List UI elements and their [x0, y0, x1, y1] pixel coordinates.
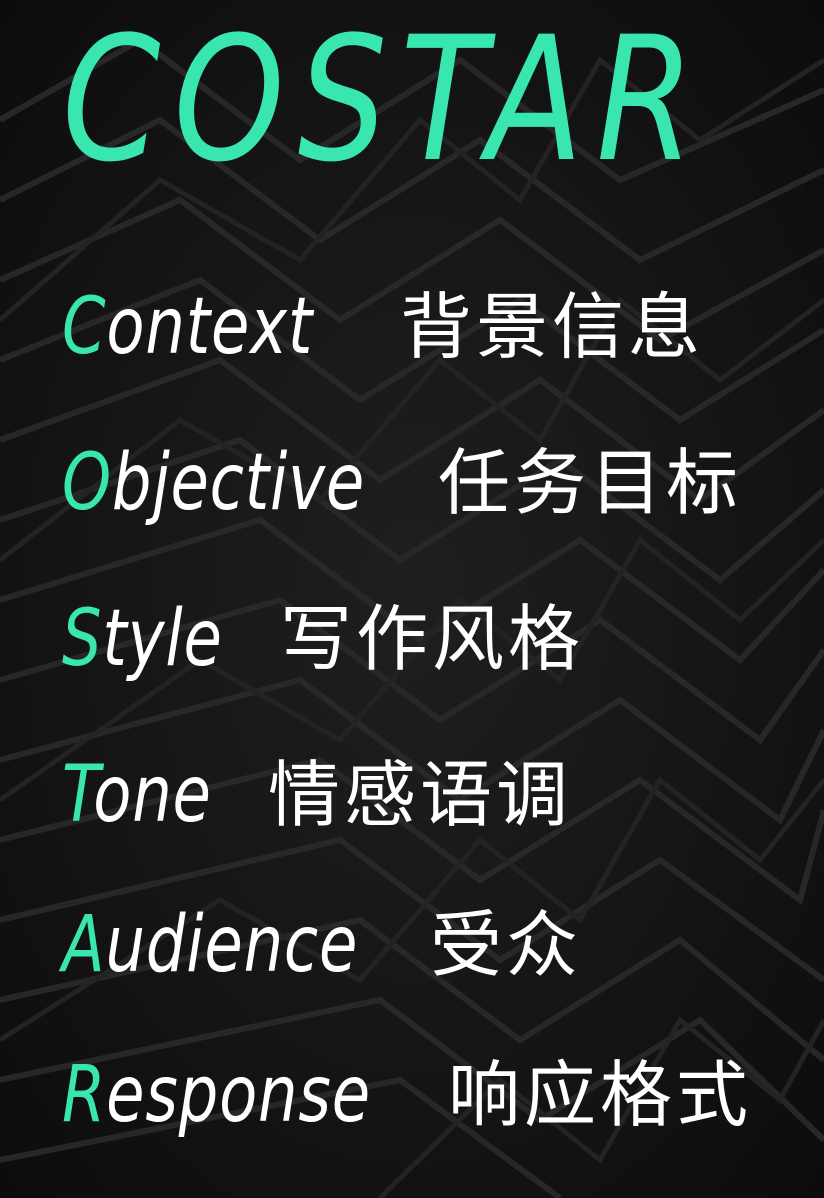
term-zh: 背景信息 [400, 285, 705, 369]
term-initial: A [62, 900, 106, 990]
term-rest: ontext [106, 282, 314, 372]
list-item-response: Response 响应格式 [62, 1040, 748, 1150]
term-rest: udience [105, 900, 359, 990]
list-item-objective: Objective 任务目标 [62, 428, 738, 538]
term-initial: C [62, 282, 107, 372]
term-rest: esponse [106, 1050, 371, 1140]
term-zh: 写作风格 [280, 597, 585, 681]
list-item-audience: Audience 受众 [62, 890, 578, 1000]
page-title: COSTAR [62, 0, 708, 200]
list-item-context: Context 背景信息 [62, 272, 700, 382]
term-initial: S [62, 594, 103, 684]
term-en: Response [62, 1040, 371, 1150]
term-zh: 任务目标 [438, 441, 743, 525]
term-en: Tone [62, 740, 212, 850]
term-en: Objective [62, 428, 365, 538]
term-initial: O [62, 438, 112, 528]
term-initial: T [62, 750, 94, 840]
term-zh: 受众 [430, 903, 583, 987]
list-item-tone: Tone 情感语调 [62, 740, 568, 850]
term-rest: bjective [111, 438, 366, 528]
term-initial: R [62, 1050, 107, 1140]
costar-poster: COSTAR Context 背景信息 Objective 任务目标 Style… [0, 0, 824, 1198]
term-en: Style [62, 584, 223, 694]
term-en: Audience [62, 890, 358, 1000]
term-en: Context [62, 272, 313, 382]
list-item-style: Style 写作风格 [62, 584, 580, 694]
term-rest: tyle [102, 594, 223, 684]
term-zh: 响应格式 [448, 1053, 753, 1137]
term-rest: one [93, 750, 212, 840]
term-zh: 情感语调 [268, 753, 573, 837]
